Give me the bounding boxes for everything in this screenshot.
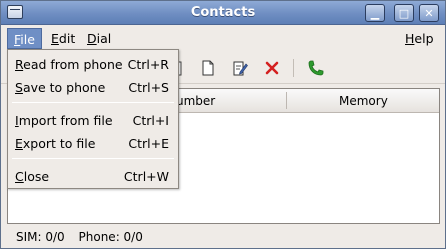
menu-dial-label: ial bbox=[96, 31, 112, 46]
menu-separator bbox=[12, 102, 174, 103]
menu-item-close[interactable]: Close Ctrl+W bbox=[8, 165, 178, 187]
edit-contact-button[interactable] bbox=[229, 57, 251, 79]
minimize-button[interactable]: ▁ bbox=[365, 4, 385, 22]
column-header-number[interactable]: umber bbox=[176, 94, 215, 108]
read-label: ead from phone bbox=[23, 57, 123, 72]
menu-dial-mnemonic: D bbox=[87, 31, 97, 46]
menu-item-save-to-phone[interactable]: Save to phone Ctrl+S bbox=[8, 76, 178, 98]
column-divider[interactable] bbox=[286, 92, 287, 109]
menu-help-label: elp bbox=[414, 31, 434, 46]
menu-help[interactable]: Help bbox=[399, 28, 440, 49]
export-shortcut: Ctrl+E bbox=[128, 136, 169, 151]
toolbar-separator bbox=[293, 59, 294, 77]
title-bar[interactable]: Contacts ▁ □ ✕ bbox=[1, 1, 445, 25]
menu-edit-mnemonic: E bbox=[51, 31, 59, 46]
save-label: ave to phone bbox=[22, 80, 106, 95]
close-window-button[interactable]: ✕ bbox=[419, 4, 439, 22]
import-shortcut: Ctrl+I bbox=[132, 113, 169, 128]
file-menu-dropdown: Read from phone Ctrl+R Save to phone Ctr… bbox=[7, 49, 179, 189]
close-label: lose bbox=[23, 169, 50, 184]
edit-icon bbox=[233, 61, 248, 76]
menu-bar: File Edit Dial Help bbox=[1, 26, 445, 49]
new-contact-button[interactable] bbox=[197, 57, 219, 79]
export-mnemonic: E bbox=[15, 136, 23, 151]
menu-file-label: ile bbox=[20, 32, 35, 47]
contacts-window: Contacts ▁ □ ✕ File Edit Dial Help umber… bbox=[0, 0, 446, 249]
menu-item-export-to-file[interactable]: Export to file Ctrl+E bbox=[8, 132, 178, 154]
menu-help-mnemonic: H bbox=[405, 31, 415, 46]
read-shortcut: Ctrl+R bbox=[127, 57, 169, 72]
menu-edit[interactable]: Edit bbox=[45, 28, 81, 49]
new-document-icon bbox=[202, 60, 214, 76]
column-header-memory[interactable]: Memory bbox=[339, 94, 388, 108]
maximize-button[interactable]: □ bbox=[394, 4, 414, 22]
read-mnemonic: R bbox=[15, 57, 24, 72]
delete-icon bbox=[265, 61, 279, 75]
close-mnemonic: C bbox=[15, 169, 24, 184]
menu-item-read-from-phone[interactable]: Read from phone Ctrl+R bbox=[8, 53, 178, 75]
menu-file[interactable]: File bbox=[7, 28, 42, 49]
call-button[interactable] bbox=[304, 57, 326, 79]
close-shortcut: Ctrl+W bbox=[123, 169, 169, 184]
export-label: xport to file bbox=[22, 136, 96, 151]
save-shortcut: Ctrl+S bbox=[128, 80, 169, 95]
menu-item-import-from-file[interactable]: Import from file Ctrl+I bbox=[8, 109, 178, 131]
status-bar: SIM: 0/0 Phone: 0/0 bbox=[1, 227, 445, 248]
menu-separator bbox=[12, 158, 174, 159]
status-phone-count: Phone: 0/0 bbox=[78, 230, 143, 244]
import-label: mport from file bbox=[18, 113, 113, 128]
status-sim-count: SIM: 0/0 bbox=[16, 230, 65, 244]
delete-contact-button[interactable] bbox=[261, 57, 283, 79]
save-mnemonic: S bbox=[15, 80, 23, 95]
menu-edit-label: dit bbox=[58, 31, 76, 46]
menu-dial[interactable]: Dial bbox=[81, 28, 117, 49]
call-icon bbox=[308, 60, 324, 76]
